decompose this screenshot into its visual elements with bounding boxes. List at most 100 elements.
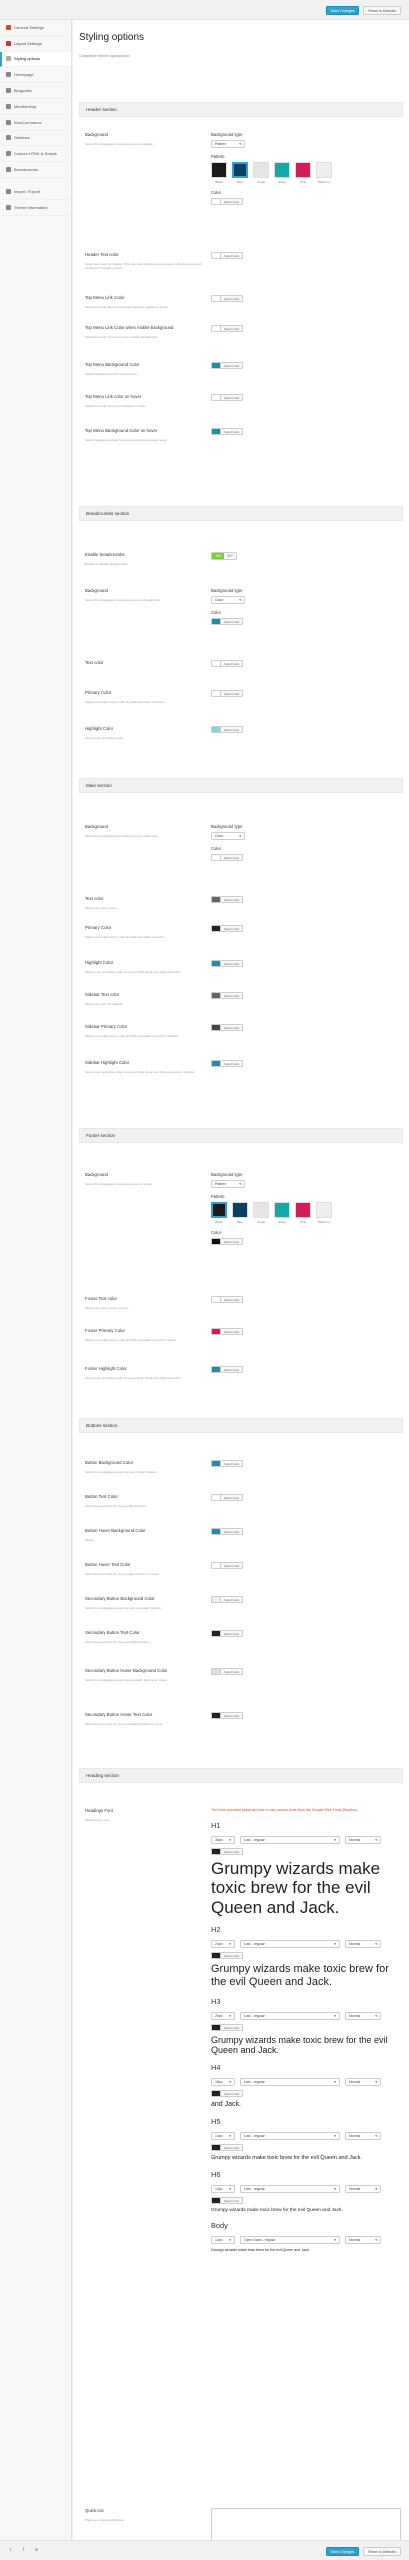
footer-row-2-select-color-button[interactable]: Select Color bbox=[221, 1366, 244, 1373]
header-background-pattern-3[interactable]: Green bbox=[274, 162, 290, 184]
heading-h6-swatch[interactable] bbox=[211, 2196, 221, 2204]
sidebar-item-breadcrumbs[interactable]: Breadcrumbs bbox=[0, 162, 71, 178]
breadcrumbs-row-2-swatch[interactable] bbox=[211, 726, 221, 733]
linkedin-icon[interactable]: in bbox=[34, 2547, 39, 2552]
main-row-4-select-color-button[interactable]: Select Color bbox=[221, 1024, 244, 1031]
buttons-row-5-select-color-button[interactable]: Select Color bbox=[221, 1630, 244, 1637]
heading-h1-size-select[interactable]: 36px ▾ bbox=[211, 1835, 235, 1844]
heading-body-weight-select[interactable]: Normal ▾ bbox=[345, 2236, 381, 2245]
main-background-swatch[interactable] bbox=[211, 854, 221, 861]
header-row-4-swatch[interactable] bbox=[211, 394, 221, 401]
main-row-1-select-color-button[interactable]: Select Color bbox=[221, 925, 244, 932]
pattern-swatch[interactable] bbox=[316, 1202, 332, 1218]
heading-h5-swatch[interactable] bbox=[211, 2144, 221, 2152]
reset-defaults-button[interactable]: Reset to Defaults bbox=[363, 6, 401, 15]
buttons-row-7-select-color-button[interactable]: Select Color bbox=[221, 1712, 244, 1719]
footer-background-color-picker[interactable]: Select Color bbox=[211, 1238, 401, 1245]
heading-h3-family-select[interactable]: Lato - regular ▾ bbox=[240, 2011, 340, 2020]
buttons-row-2-swatch[interactable] bbox=[211, 1528, 221, 1535]
heading-body-family-select[interactable]: Open Sans - regular ▾ bbox=[240, 2236, 340, 2245]
heading-h4-family-select[interactable]: Lato - regular ▾ bbox=[240, 2078, 340, 2087]
header-row-0-color-picker[interactable]: Select Color bbox=[211, 252, 401, 259]
buttons-row-6-color-picker[interactable]: Select Color bbox=[211, 1668, 401, 1675]
main-row-2-swatch[interactable] bbox=[211, 960, 221, 967]
sidebar-item-layout-settings[interactable]: Layout Settings bbox=[0, 36, 71, 52]
header-row-5-select-color-button[interactable]: Select Color bbox=[221, 428, 244, 435]
header-background-pattern-1[interactable]: Blue bbox=[232, 162, 248, 184]
main-row-5-select-color-button[interactable]: Select Color bbox=[221, 1060, 244, 1067]
footer-row-0-select-color-button[interactable]: Select Color bbox=[221, 1296, 244, 1303]
main-row-0-select-color-button[interactable]: Select Color bbox=[221, 896, 244, 903]
buttons-row-2-color-picker[interactable]: Select Color bbox=[211, 1528, 401, 1535]
heading-h3-weight-select[interactable]: Normal ▾ bbox=[345, 2011, 381, 2020]
main-row-3-select-color-button[interactable]: Select Color bbox=[221, 992, 244, 999]
heading-h6-size-select[interactable]: 12px ▾ bbox=[211, 2184, 235, 2193]
facebook-icon[interactable]: f bbox=[21, 2547, 26, 2552]
sidebar-item-styling-options[interactable]: Styling options bbox=[0, 51, 71, 68]
heading-h5-size-select[interactable]: 14px ▾ bbox=[211, 2132, 235, 2141]
header-row-5-color-picker[interactable]: Select Color bbox=[211, 428, 401, 435]
pattern-swatch[interactable] bbox=[211, 162, 227, 178]
header-row-1-color-picker[interactable]: Select Color bbox=[211, 295, 401, 302]
sidebar-item-theme-information[interactable]: Theme Information bbox=[0, 200, 71, 216]
main-background-type-select[interactable]: Color ▾ bbox=[211, 832, 245, 840]
sidebar-item-woocommerce[interactable]: WooCommerce bbox=[0, 115, 71, 131]
header-row-3-swatch[interactable] bbox=[211, 362, 221, 369]
heading-h6-weight-select[interactable]: Normal ▾ bbox=[345, 2184, 381, 2193]
main-row-2-select-color-button[interactable]: Select Color bbox=[221, 960, 244, 967]
buttons-row-2-select-color-button[interactable]: Select Color bbox=[221, 1528, 244, 1535]
main-row-5-swatch[interactable] bbox=[211, 1060, 221, 1067]
heading-h5-weight-select[interactable]: Normal ▾ bbox=[345, 2132, 381, 2141]
footer-background-pattern-4[interactable]: Pink bbox=[295, 1202, 311, 1224]
breadcrumbs-row-2-color-picker[interactable]: Select Color bbox=[211, 726, 401, 733]
header-row-2-swatch[interactable] bbox=[211, 325, 221, 332]
breadcrumbs-row-1-color-picker[interactable]: Select Color bbox=[211, 690, 401, 697]
heading-h2-swatch[interactable] bbox=[211, 1952, 221, 1960]
pattern-swatch[interactable] bbox=[232, 162, 248, 178]
heading-h1-weight-select[interactable]: Normal ▾ bbox=[345, 1835, 381, 1844]
header-row-2-select-color-button[interactable]: Select Color bbox=[221, 325, 244, 332]
header-row-0-select-color-button[interactable]: Select Color bbox=[221, 252, 244, 259]
buttons-row-0-swatch[interactable] bbox=[211, 1460, 221, 1467]
heading-body-size-select[interactable]: 13px ▾ bbox=[211, 2236, 235, 2245]
heading-h6-color-picker[interactable]: Select Color bbox=[211, 2196, 401, 2204]
heading-h1-family-select[interactable]: Lato - regular ▾ bbox=[240, 1835, 340, 1844]
buttons-row-1-select-color-button[interactable]: Select Color bbox=[221, 1494, 244, 1501]
heading-h5-select-color-button[interactable]: Select Color bbox=[221, 2144, 244, 2152]
footer-row-1-swatch[interactable] bbox=[211, 1328, 221, 1335]
heading-h4-weight-select[interactable]: Normal ▾ bbox=[345, 2078, 381, 2087]
bottom-save-changes-button[interactable]: Save Changes bbox=[325, 2547, 360, 2556]
breadcrumbs-row-0-swatch[interactable] bbox=[211, 660, 221, 667]
toggle-off[interactable]: OFF bbox=[224, 553, 236, 559]
pattern-swatch[interactable] bbox=[295, 162, 311, 178]
pattern-swatch[interactable] bbox=[211, 1202, 227, 1218]
buttons-row-6-swatch[interactable] bbox=[211, 1668, 221, 1675]
buttons-row-0-color-picker[interactable]: Select Color bbox=[211, 1460, 401, 1467]
breadcrumbs-background-select-color-button[interactable]: Select Color bbox=[221, 618, 244, 625]
footer-row-2-swatch[interactable] bbox=[211, 1366, 221, 1373]
buttons-row-5-color-picker[interactable]: Select Color bbox=[211, 1630, 401, 1637]
sidebar-item-homepage[interactable]: Homepage bbox=[0, 67, 71, 84]
pattern-swatch[interactable] bbox=[232, 1202, 248, 1218]
footer-background-swatch[interactable] bbox=[211, 1238, 221, 1245]
main-row-1-color-picker[interactable]: Select Color bbox=[211, 925, 401, 932]
sidebar-item-sidebars[interactable]: Sidebars bbox=[0, 131, 71, 147]
main-row-5-color-picker[interactable]: Select Color bbox=[211, 1060, 401, 1067]
breadcrumbs-background-type-select[interactable]: Color ▾ bbox=[211, 596, 245, 604]
enable-breadcrumbs-toggle[interactable]: ON OFF bbox=[211, 552, 237, 560]
header-row-2-color-picker[interactable]: Select Color bbox=[211, 325, 401, 332]
main-background-select-color-button[interactable]: Select Color bbox=[221, 854, 244, 861]
save-changes-button[interactable]: Save Changes bbox=[325, 6, 360, 15]
footer-background-pattern-3[interactable]: Green bbox=[274, 1202, 290, 1224]
heading-h1-select-color-button[interactable]: Select Color bbox=[221, 1847, 244, 1855]
header-row-3-color-picker[interactable]: Select Color bbox=[211, 362, 401, 369]
heading-h3-select-color-button[interactable]: Select Color bbox=[221, 2023, 244, 2031]
footer-row-2-color-picker[interactable]: Select Color bbox=[211, 1366, 401, 1373]
main-row-3-swatch[interactable] bbox=[211, 992, 221, 999]
header-background-select-color-button[interactable]: Select Color bbox=[221, 198, 244, 205]
header-row-1-select-color-button[interactable]: Select Color bbox=[221, 295, 244, 302]
breadcrumbs-background-color-picker[interactable]: Select Color bbox=[211, 618, 401, 625]
header-background-pattern-5[interactable]: Pattern 1 bbox=[316, 162, 332, 184]
header-row-5-swatch[interactable] bbox=[211, 428, 221, 435]
pattern-swatch[interactable] bbox=[316, 162, 332, 178]
